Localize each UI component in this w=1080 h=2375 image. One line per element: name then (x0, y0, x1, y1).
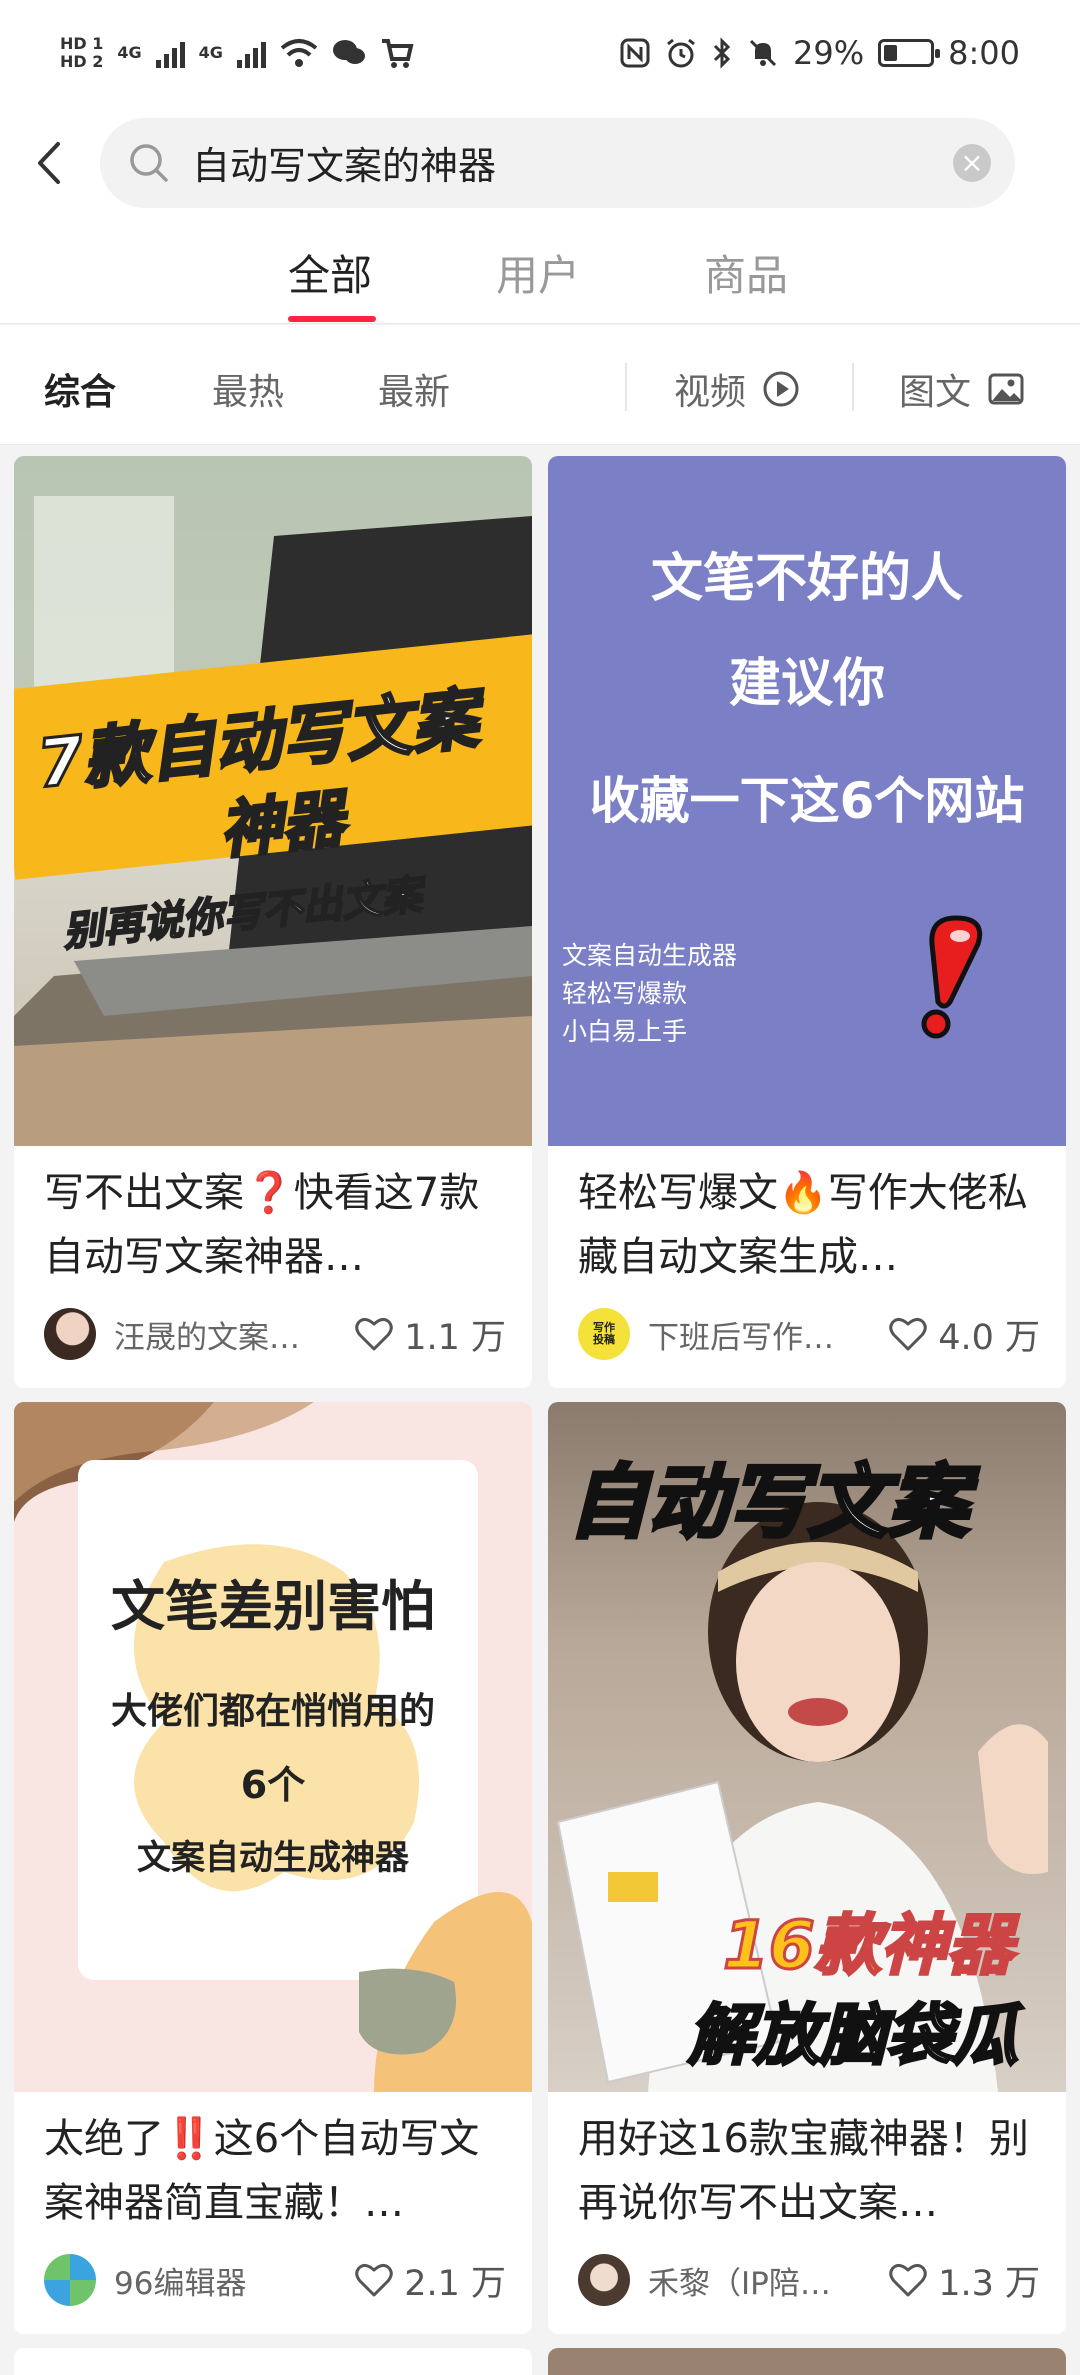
author-name[interactable]: 96编辑器 (114, 2258, 314, 2303)
network-type-1: 4G (117, 42, 142, 62)
chevron-left-icon (38, 141, 60, 184)
heart-icon (889, 1317, 927, 1351)
play-icon (763, 371, 799, 407)
note-card-partial[interactable] (548, 2348, 1066, 2375)
wifi-icon (280, 38, 318, 67)
cover-top-text: 自动写文案 (566, 1454, 970, 1551)
clear-search-button[interactable]: × (953, 143, 991, 182)
note-cover-image[interactable]: 7款自动写文案 神器 别再说你写不出文案 (14, 456, 532, 1146)
cover-bottom-1: 16款神器 (722, 1906, 1015, 1986)
cover-line-4: 文案自动生成神器 (137, 1838, 409, 1878)
clock: 8:00 (948, 33, 1020, 72)
exclamation-icon (921, 915, 983, 1039)
note-title[interactable]: 太绝了‼️这6个自动写文案神器简直宝藏！… (44, 2107, 508, 2235)
note-cover-image[interactable]: 文笔差别害怕 大佬们都在悄悄用的 6个 文案自动生成神器 (14, 1402, 532, 2092)
signal-icon (236, 38, 266, 68)
search-icon (130, 143, 168, 182)
mute-icon (749, 39, 777, 66)
filter-divider (625, 363, 627, 411)
author-avatar[interactable]: 写作投稿 (578, 1308, 630, 1360)
filter-image-text-label: 图文 (899, 372, 972, 413)
note-cover-image[interactable]: 文笔不好的人 建议你 收藏一下这6个网站 文案自动生成器 轻松写爆款 小白易上手 (548, 456, 1066, 1146)
cover-line-3: 6个 (240, 1763, 306, 1807)
search-header: × (0, 105, 1080, 220)
cover-line-3: 收藏一下这6个网站 (589, 772, 1025, 830)
avatar-text: 写作投稿 (593, 1321, 615, 1346)
search-input[interactable] (192, 140, 912, 185)
cover-small-1: 文案自动生成器 (562, 941, 738, 970)
cover-line-1: 文笔差别害怕 (111, 1575, 435, 1638)
filter-video-label: 视频 (674, 372, 747, 413)
sim2-label: HD 2 (60, 51, 104, 71)
note-title[interactable]: 写不出文案❓快看这7款自动写文案神器… (44, 1161, 508, 1289)
tab-users[interactable]: 用户 (496, 242, 580, 303)
note-cover-image[interactable]: 自动写文案 16款神器 解放脑袋瓜 (548, 1402, 1066, 2092)
chat-icon (332, 39, 365, 64)
filter-hottest[interactable]: 最热 (212, 363, 284, 415)
abstract-shapes-illustration (14, 1402, 532, 2092)
nfc-icon (620, 38, 650, 67)
filter-comprehensive[interactable]: 综合 (44, 363, 116, 415)
cover-headline-2: 神器 (215, 780, 349, 869)
cover-line-2: 建议你 (728, 654, 885, 714)
search-bar[interactable]: × (100, 117, 1015, 208)
author-avatar[interactable] (578, 2254, 630, 2306)
author-avatar[interactable] (44, 1308, 96, 1360)
cover-small-2: 轻松写爆款 (562, 979, 688, 1008)
like-count: 2.1 万 (404, 2263, 506, 2304)
active-tab-indicator (288, 316, 376, 322)
author-name[interactable]: 下班后写作… (648, 1312, 848, 1357)
author-name[interactable]: 汪晟的文案… (114, 1312, 314, 1357)
filter-divider (852, 363, 854, 411)
alarm-icon (667, 38, 695, 67)
note-meta: 写作投稿 下班后写作… 4.0 万 (578, 1306, 1040, 1362)
note-card-partial[interactable] (14, 2348, 532, 2375)
dual-sim-indicator: HD 1 HD 2 (60, 33, 104, 71)
like-button[interactable]: 1.1 万 (354, 1309, 506, 1360)
signal-icon (155, 38, 185, 68)
back-button[interactable] (0, 105, 100, 220)
like-button[interactable]: 4.0 万 (888, 1309, 1040, 1360)
sim1-label: HD 1 (60, 33, 104, 53)
heart-icon (355, 1317, 393, 1351)
cover-bottom-2: 解放脑袋瓜 (687, 1996, 1020, 2076)
tab-products[interactable]: 商品 (704, 242, 788, 303)
note-meta: 禾黎（IP陪… 1.3 万 (578, 2252, 1040, 2308)
filter-video[interactable]: 视频 (674, 363, 800, 415)
result-tabs: 全部 用户 商品 (0, 220, 1080, 324)
battery-icon (878, 38, 941, 67)
like-count: 4.0 万 (938, 1317, 1040, 1358)
like-count: 1.1 万 (404, 1317, 506, 1358)
like-count: 1.3 万 (938, 2263, 1040, 2304)
battery-percent: 29% (793, 33, 865, 72)
author-name[interactable]: 禾黎（IP陪… (648, 2258, 848, 2303)
image-icon (988, 373, 1024, 405)
note-title[interactable]: 轻松写爆文🔥写作大佬私藏自动文案生成… (578, 1161, 1042, 1289)
note-meta: 96编辑器 2.1 万 (44, 2252, 506, 2308)
cover-small-3: 小白易上手 (562, 1017, 688, 1046)
heart-icon (889, 2263, 927, 2297)
like-button[interactable]: 2.1 万 (354, 2255, 506, 2306)
network-type-2: 4G (198, 42, 223, 62)
like-button[interactable]: 1.3 万 (888, 2255, 1040, 2306)
cart-icon (381, 38, 414, 68)
note-meta: 汪晟的文案… 1.1 万 (44, 1306, 506, 1362)
filter-image-text[interactable]: 图文 (899, 363, 1025, 415)
note-card[interactable]: 文笔差别害怕 大佬们都在悄悄用的 6个 文案自动生成神器 太绝了‼️这6个自动写… (14, 1402, 532, 2334)
note-title[interactable]: 用好这16款宝藏神器！别再说你写不出文案… (578, 2107, 1042, 2235)
cover-line-2: 大佬们都在悄悄用的 (110, 1691, 435, 1732)
tab-all[interactable]: 全部 (288, 242, 372, 303)
cover-line-1: 文笔不好的人 (650, 549, 963, 609)
note-card[interactable]: 自动写文案 16款神器 解放脑袋瓜 用好这16款宝藏神器！别再说你写不出文案… … (548, 1402, 1066, 2334)
filter-newest[interactable]: 最新 (378, 363, 450, 415)
bluetooth-icon (713, 36, 731, 69)
note-card[interactable]: 文笔不好的人 建议你 收藏一下这6个网站 文案自动生成器 轻松写爆款 小白易上手… (548, 456, 1066, 1388)
filter-bar: 综合 最热 最新 视频 图文 (0, 325, 1080, 445)
heart-icon (355, 2263, 393, 2297)
status-bar: HD 1 HD 2 4G 4G 29% 8:00 (0, 0, 1080, 105)
note-card[interactable]: 7款自动写文案 神器 别再说你写不出文案 写不出文案❓快看这7款自动写文案神器…… (14, 456, 532, 1388)
author-avatar[interactable] (44, 2254, 96, 2306)
